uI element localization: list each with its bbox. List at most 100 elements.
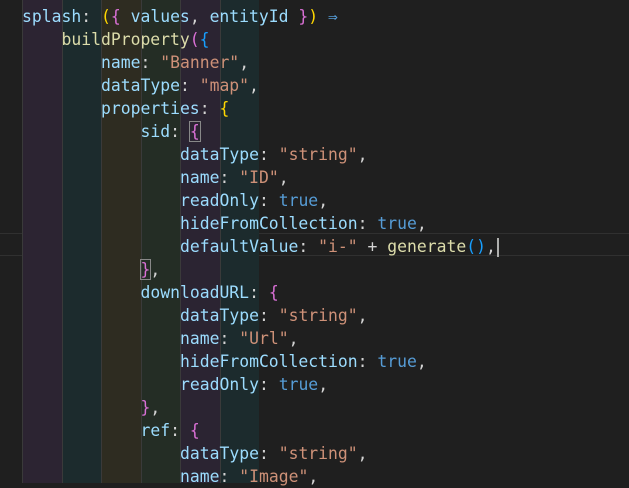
code-line[interactable]: }, <box>139 258 161 281</box>
code-punctuation: : <box>298 237 319 256</box>
code-function: generate <box>387 237 467 256</box>
code-line[interactable]: name: "Image", <box>180 465 318 488</box>
code-keyword: true <box>278 375 319 394</box>
code-property: properties <box>101 99 200 118</box>
code-punctuation <box>121 7 131 26</box>
code-bracket-match: { <box>188 121 201 142</box>
code-punctuation: : <box>81 7 101 26</box>
code-string: "string" <box>278 145 358 164</box>
code-string: "Url" <box>239 329 289 348</box>
code-keyword: ⇒ <box>318 7 338 26</box>
code-property: readOnly <box>180 191 259 210</box>
code-line[interactable]: name: "ID", <box>180 166 289 189</box>
code-property: name <box>180 329 220 348</box>
code-punctuation: : <box>258 375 279 394</box>
code-punctuation: , <box>150 260 161 279</box>
code-punctuation: , <box>357 444 368 463</box>
code-property: splash <box>22 7 82 26</box>
code-property: readOnly <box>180 375 259 394</box>
code-punctuation: : <box>258 306 279 325</box>
code-bracket: { <box>189 421 200 440</box>
code-line[interactable]: hideFromCollection: true, <box>180 350 427 373</box>
code-punctuation: , <box>357 145 368 164</box>
code-punctuation: : <box>258 444 279 463</box>
code-line[interactable]: sid: { <box>140 120 201 143</box>
code-punctuation: : <box>199 99 220 118</box>
code-line[interactable]: downloadURL: { <box>141 281 279 304</box>
code-line[interactable]: buildProperty({ <box>62 28 210 51</box>
code-punctuation: : <box>170 122 190 141</box>
code-string: "map" <box>199 76 250 95</box>
code-punctuation: : <box>219 168 240 187</box>
code-keyword: true <box>278 191 319 210</box>
code-punctuation: : <box>219 467 240 486</box>
code-punctuation: : <box>140 53 161 72</box>
code-line[interactable]: }, <box>141 396 161 419</box>
code-property: dataType <box>101 76 180 95</box>
code-line[interactable]: defaultValue: "i-" + generate(), <box>180 235 499 258</box>
code-string: "Image" <box>239 467 309 486</box>
code-punctuation: : <box>170 421 190 440</box>
code-line[interactable]: readOnly: true, <box>180 189 328 212</box>
code-punctuation: : <box>357 214 378 233</box>
code-line[interactable]: name: "Url", <box>180 327 298 350</box>
code-function: buildProperty <box>61 30 190 49</box>
code-bracket: () <box>466 237 486 256</box>
code-editor[interactable]: splash: ({ values, entityId }) ⇒ buildPro… <box>0 0 629 486</box>
code-keyword: true <box>377 214 417 233</box>
code-keyword: true <box>377 352 417 371</box>
code-property: entityId <box>209 7 289 26</box>
code-property: hideFromCollection <box>180 352 358 371</box>
code-property: hideFromCollection <box>180 214 358 233</box>
code-property: values <box>130 7 190 26</box>
code-bracket: ) <box>308 7 319 26</box>
code-line[interactable]: dataType: "string", <box>180 143 368 166</box>
indent-guide-column <box>22 0 62 483</box>
code-punctuation: , <box>318 191 329 210</box>
code-property: name <box>180 168 220 187</box>
code-property: dataType <box>180 145 259 164</box>
code-bracket: } <box>140 398 151 417</box>
code-string: "string" <box>278 306 358 325</box>
code-punctuation: , <box>318 375 329 394</box>
indent-guide-column <box>61 0 101 483</box>
code-line[interactable]: dataType: "map", <box>101 74 259 97</box>
code-punctuation: + <box>357 237 388 256</box>
code-punctuation: , <box>278 168 289 187</box>
code-line[interactable]: readOnly: true, <box>180 373 328 396</box>
code-punctuation: : <box>258 191 279 210</box>
code-line[interactable]: properties: { <box>101 97 229 120</box>
code-bracket: ( <box>189 30 200 49</box>
code-string: "i-" <box>318 237 358 256</box>
code-property: dataType <box>180 444 259 463</box>
code-punctuation: , <box>288 329 299 348</box>
code-line[interactable]: ref: { <box>141 419 200 442</box>
indent-guide-line <box>61 0 63 483</box>
code-punctuation: , <box>308 467 319 486</box>
code-string: "ID" <box>239 168 279 187</box>
code-string: "Banner" <box>160 53 240 72</box>
code-property: downloadURL <box>140 283 250 302</box>
code-line[interactable]: dataType: "string", <box>180 304 368 327</box>
code-property: sid <box>140 122 171 141</box>
code-punctuation: , <box>357 306 368 325</box>
code-line[interactable]: splash: ({ values, entityId }) ⇒ <box>22 5 338 28</box>
text-cursor <box>496 238 499 257</box>
code-line[interactable]: hideFromCollection: true, <box>180 212 427 235</box>
code-punctuation: , <box>189 7 210 26</box>
code-punctuation: : <box>179 76 200 95</box>
code-line[interactable]: name: "Banner", <box>101 51 249 74</box>
code-punctuation: : <box>258 145 279 164</box>
code-punctuation <box>289 7 299 26</box>
code-property: name <box>101 53 141 72</box>
code-punctuation: , <box>249 76 259 95</box>
code-punctuation: , <box>416 214 427 233</box>
code-punctuation: : <box>357 352 378 371</box>
code-punctuation: , <box>239 53 250 72</box>
code-string: "string" <box>278 444 358 463</box>
code-bracket: ( <box>100 7 111 26</box>
code-bracket: { <box>219 99 230 118</box>
code-line[interactable]: dataType: "string", <box>180 442 368 465</box>
code-property: name <box>180 467 220 486</box>
code-property: ref <box>140 421 171 440</box>
